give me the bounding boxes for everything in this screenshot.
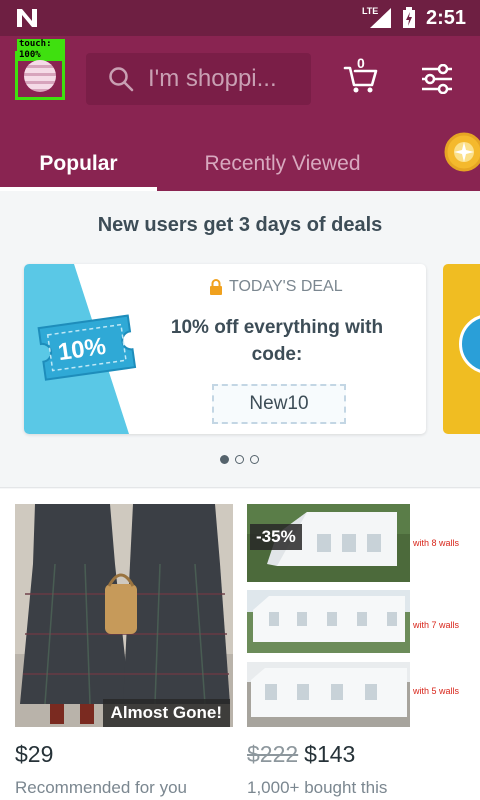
search-bar[interactable]: I'm shoppi... xyxy=(86,53,311,105)
tent-image-7-walls xyxy=(247,590,410,653)
app-bar: touch: 100% I'm shoppi... 0 Popular Rece xyxy=(0,36,480,191)
tab-popular-label: Popular xyxy=(39,151,118,175)
pager-dot[interactable] xyxy=(220,455,229,464)
cart-button[interactable]: 0 xyxy=(343,55,379,94)
battery-charging-icon xyxy=(402,7,415,28)
tab-recently-viewed-label: Recently Viewed xyxy=(204,151,361,175)
product-subtitle: 1,000+ bought this xyxy=(247,778,388,797)
next-deal-badge xyxy=(459,314,480,374)
deal-kicker-text: TODAY'S DEAL xyxy=(229,278,343,295)
tent-label-5: with 5 walls xyxy=(413,686,460,696)
clock: 2:51 xyxy=(425,6,466,29)
lock-icon xyxy=(210,279,222,295)
debug-touch-label: touch: 100% xyxy=(17,39,65,61)
deal-code[interactable]: New10 xyxy=(212,384,346,424)
product-price: $29 xyxy=(15,741,54,767)
original-price: $222 xyxy=(247,741,299,767)
tab-bar: Popular Recently Viewed xyxy=(0,136,480,191)
deal-kicker: TODAY'S DEAL xyxy=(209,278,343,296)
rewards-coin-icon[interactable] xyxy=(444,132,480,172)
tent-label-7: with 7 walls xyxy=(413,620,460,630)
deal-pager xyxy=(220,455,259,464)
signal-icon: LTE xyxy=(362,6,392,29)
network-label: LTE xyxy=(361,6,379,16)
tent-image-5-walls xyxy=(247,662,410,727)
product-price-group: $222 $143 xyxy=(247,741,355,768)
product-card-skirt[interactable]: Almost Gone! xyxy=(15,504,233,727)
almost-gone-badge: Almost Gone! xyxy=(102,699,230,727)
deals-headline: New users get 3 days of deals xyxy=(97,214,383,236)
search-placeholder: I'm shoppi... xyxy=(148,65,277,92)
status-icons: LTE 2:51 xyxy=(362,6,466,30)
pager-dot[interactable] xyxy=(235,455,244,464)
cart-count: 0 xyxy=(357,55,365,71)
n-logo-icon xyxy=(17,9,37,27)
menu-icon xyxy=(24,60,56,92)
filter-settings-icon[interactable] xyxy=(420,64,454,94)
status-bar: LTE 2:51 xyxy=(0,0,480,36)
sale-price: $143 xyxy=(304,741,356,767)
product-card-tent[interactable]: -35% with 8 walls with 7 walls with 5 wa… xyxy=(247,504,465,727)
tab-popular[interactable]: Popular xyxy=(0,136,157,191)
discount-badge: -35% xyxy=(250,524,302,550)
pager-dot[interactable] xyxy=(250,455,259,464)
product-image-skirt xyxy=(15,504,233,727)
deal-description: 10% off everything with code: xyxy=(170,317,384,365)
next-deal-card-peek[interactable] xyxy=(443,264,480,434)
deal-card[interactable]: 10% TODAY'S DEAL 10% off everything with… xyxy=(24,264,426,434)
product-grid: Almost Gone! -35% with 8 walls with 7 wa… xyxy=(0,489,480,800)
product-subtitle: Recommended for you xyxy=(15,778,187,797)
menu-button[interactable]: touch: 100% xyxy=(15,39,65,100)
search-icon xyxy=(109,67,134,92)
tab-recently-viewed[interactable]: Recently Viewed xyxy=(170,136,395,191)
deals-section: New users get 3 days of deals 10% TODAY'… xyxy=(0,191,480,488)
tent-label-8: with 8 walls xyxy=(413,538,460,548)
